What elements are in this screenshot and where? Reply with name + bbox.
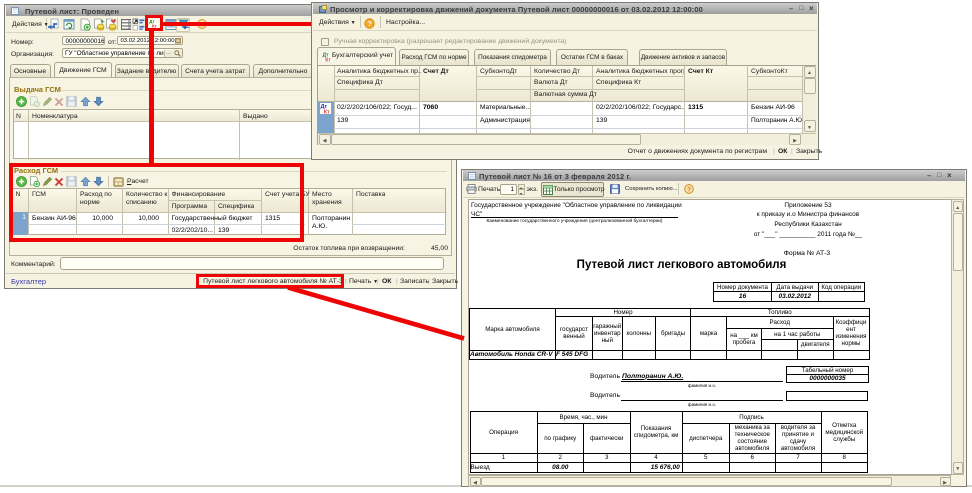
svg-text:Кт: Кт: [325, 57, 331, 61]
svg-text:Кт: Кт: [324, 110, 330, 115]
svg-text:?: ?: [687, 186, 691, 193]
svg-text:?: ?: [367, 19, 372, 28]
